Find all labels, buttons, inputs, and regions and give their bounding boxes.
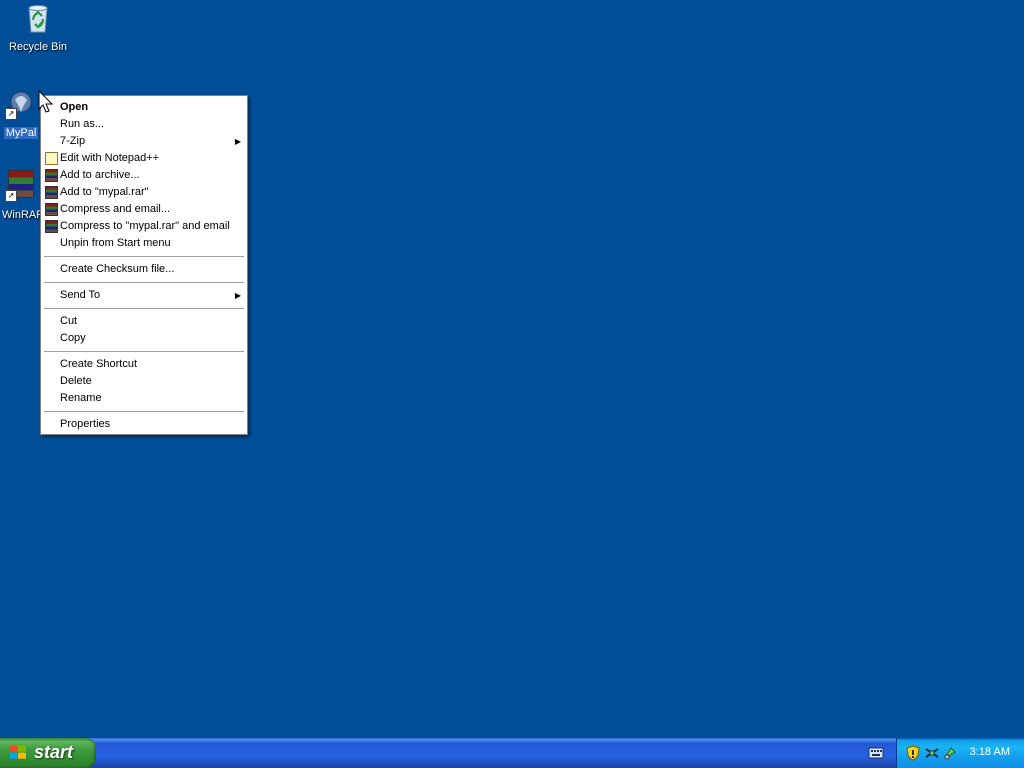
recycle-bin-label: Recycle Bin xyxy=(8,41,68,53)
winrar-label: WinRAR xyxy=(2,209,42,221)
menu-item-label: Send To xyxy=(60,289,101,301)
safely-remove-hardware-icon[interactable] xyxy=(942,745,958,761)
menu-item-send-to[interactable]: Send To ▶ xyxy=(41,287,247,304)
menu-separator xyxy=(44,282,244,283)
menu-item-unpin-start[interactable]: Unpin from Start menu xyxy=(41,235,247,252)
winrar-icon xyxy=(45,186,58,199)
menu-item-label: Delete xyxy=(60,375,92,387)
menu-item-compress-to-mypal-rar-email[interactable]: Compress to "mypal.rar" and email xyxy=(41,218,247,235)
submenu-arrow-icon: ▶ xyxy=(234,291,241,300)
mouse-cursor-icon xyxy=(38,89,54,114)
menu-item-rename[interactable]: Rename xyxy=(41,390,247,407)
menu-item-copy[interactable]: Copy xyxy=(41,330,247,347)
menu-separator xyxy=(44,351,244,352)
context-menu: Open Run as... 7-Zip ▶ Edit with Notepad… xyxy=(40,95,248,435)
menu-item-open[interactable]: Open xyxy=(41,98,247,116)
menu-item-label: 7-Zip xyxy=(60,135,86,147)
desktop-icon-recycle-bin[interactable]: Recycle Bin xyxy=(0,2,76,55)
winrar-icon xyxy=(45,220,58,233)
clock[interactable]: 3:18 AM xyxy=(970,746,1010,758)
menu-item-label: Rename xyxy=(60,392,102,404)
taskbar: start 3:18 AM xyxy=(0,738,1024,768)
menu-item-run-as[interactable]: Run as... xyxy=(41,116,247,133)
desktop-icon-mypal[interactable]: ↗ MyPal xyxy=(0,88,42,141)
desktop-icon-winrar[interactable]: ↗ WinRAR xyxy=(0,170,42,223)
start-button[interactable]: start xyxy=(0,738,96,768)
menu-item-label: Copy xyxy=(60,332,86,344)
menu-item-label: Run as... xyxy=(60,118,105,130)
menu-separator xyxy=(44,411,244,412)
menu-item-label: Open xyxy=(60,101,89,113)
shortcut-arrow-icon: ↗ xyxy=(5,190,17,202)
menu-item-label: Edit with Notepad++ xyxy=(60,152,160,164)
menu-item-add-to-mypal-rar[interactable]: Add to "mypal.rar" xyxy=(41,184,247,201)
start-label: start xyxy=(34,742,74,762)
menu-item-delete[interactable]: Delete xyxy=(41,373,247,390)
menu-item-label: Compress to "mypal.rar" and email xyxy=(60,220,230,232)
submenu-arrow-icon: ▶ xyxy=(234,137,241,146)
mypal-icon: ↗ xyxy=(5,88,37,120)
menu-item-edit-notepadpp[interactable]: Edit with Notepad++ xyxy=(41,150,247,167)
notepadpp-icon xyxy=(45,152,58,165)
menu-item-add-to-archive[interactable]: Add to archive... xyxy=(41,167,247,184)
network-icon[interactable] xyxy=(924,745,940,761)
menu-item-compress-and-email[interactable]: Compress and email... xyxy=(41,201,247,218)
menu-item-label: Create Shortcut xyxy=(60,358,138,370)
keyboard-icon[interactable] xyxy=(868,746,884,760)
menu-item-cut[interactable]: Cut xyxy=(41,313,247,330)
menu-item-label: Add to "mypal.rar" xyxy=(60,186,149,198)
winrar-icon xyxy=(45,169,58,182)
menu-item-label: Compress and email... xyxy=(60,203,171,215)
menu-item-label: Create Checksum file... xyxy=(60,263,175,275)
menu-item-7zip[interactable]: 7-Zip ▶ xyxy=(41,133,247,150)
menu-separator xyxy=(44,308,244,309)
menu-item-label: Add to archive... xyxy=(60,169,140,181)
menu-item-label: Unpin from Start menu xyxy=(60,237,171,249)
windows-logo-icon xyxy=(9,744,27,762)
recycle-bin-icon xyxy=(22,2,54,34)
winrar-icon: ↗ xyxy=(5,170,37,202)
security-shield-icon[interactable] xyxy=(905,745,921,761)
menu-item-label: Properties xyxy=(60,418,111,430)
system-tray: 3:18 AM xyxy=(896,738,1024,768)
shortcut-arrow-icon: ↗ xyxy=(5,108,17,120)
menu-separator xyxy=(44,256,244,257)
menu-item-properties[interactable]: Properties xyxy=(41,416,247,433)
menu-item-label: Cut xyxy=(60,315,78,327)
winrar-icon xyxy=(45,203,58,216)
menu-item-create-shortcut[interactable]: Create Shortcut xyxy=(41,356,247,373)
mypal-label: MyPal xyxy=(3,127,39,139)
menu-item-create-checksum[interactable]: Create Checksum file... xyxy=(41,261,247,278)
